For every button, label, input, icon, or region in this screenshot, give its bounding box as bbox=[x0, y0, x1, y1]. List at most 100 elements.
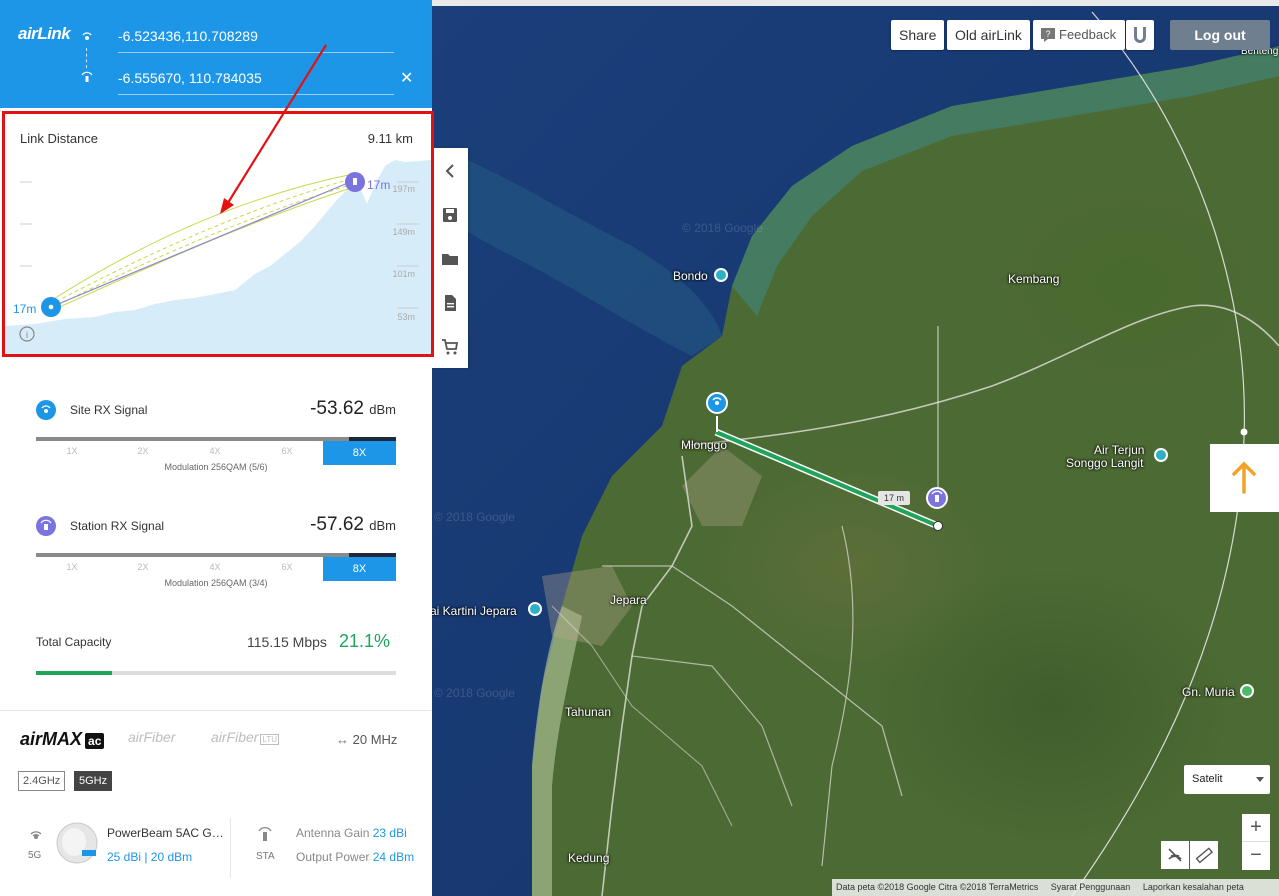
map-watermark: © 2018 Google bbox=[434, 686, 515, 700]
powerbeam-dish-icon[interactable] bbox=[52, 820, 102, 866]
north-arrow-button[interactable] bbox=[1210, 444, 1279, 512]
svg-text:?: ? bbox=[1045, 29, 1050, 39]
modulation-tick: 6X bbox=[281, 446, 293, 456]
poi-camera-icon[interactable] bbox=[714, 268, 728, 282]
antenna-gain-value[interactable]: 23 dBi bbox=[373, 826, 407, 840]
coordinates-header: airLink -6.523436,110.708289 -6.555670, … bbox=[0, 0, 432, 108]
coordinate-connector bbox=[86, 48, 87, 68]
no-signal-tool-button[interactable] bbox=[1161, 841, 1189, 869]
svg-text:i: i bbox=[26, 330, 28, 340]
station-antenna-icon bbox=[81, 71, 93, 82]
site-rx-unit: dBm bbox=[369, 402, 396, 417]
airmax-label: airMAX bbox=[20, 729, 83, 749]
map-type-select[interactable]: Satelit bbox=[1184, 765, 1270, 794]
poi-camera-icon[interactable] bbox=[528, 602, 542, 616]
attribution-data: Data peta ©2018 Google Citra ©2018 Terra… bbox=[836, 882, 1039, 892]
ltu-badge: LTU bbox=[260, 734, 279, 745]
old-airlink-button[interactable]: Old airLink bbox=[947, 20, 1030, 50]
divider bbox=[230, 818, 231, 878]
feedback-button[interactable]: ? Feedback bbox=[1033, 20, 1125, 50]
place-tahunan: Tahunan bbox=[565, 705, 612, 719]
signal-icon bbox=[712, 397, 722, 405]
chevron-left-icon[interactable] bbox=[441, 162, 459, 180]
modulation-tick: 6X bbox=[281, 562, 293, 572]
chevron-down-icon bbox=[1256, 777, 1264, 782]
elevation-tick: 149m bbox=[392, 227, 415, 237]
sea-layer bbox=[432, 6, 1279, 896]
ubiquiti-logo-icon bbox=[1134, 27, 1146, 43]
terms-link[interactable]: Syarat Penggunaan bbox=[1051, 882, 1131, 892]
airfiber-product-tab[interactable]: airFiber bbox=[128, 729, 175, 745]
site-modulation-text: Modulation 256QAM (5/6) bbox=[164, 462, 268, 472]
cart-icon[interactable] bbox=[441, 338, 459, 356]
airmax-ac-badge: ac bbox=[85, 733, 105, 749]
share-button[interactable]: Share bbox=[891, 20, 945, 50]
airfiber-ltu-label: airFiber bbox=[211, 729, 259, 745]
place-kartini: ai Kartini Jepara bbox=[432, 604, 517, 618]
zoom-out-button[interactable]: − bbox=[1242, 842, 1270, 870]
site-coordinate-field[interactable]: -6.523436,110.708289 bbox=[118, 28, 394, 53]
elevation-tick: 101m bbox=[392, 269, 415, 279]
link-panel: airLink -6.523436,110.708289 -6.555670, … bbox=[0, 0, 434, 896]
output-power-value[interactable]: 24 dBm bbox=[373, 850, 414, 864]
site-rx-label: Site RX Signal bbox=[70, 403, 148, 417]
station-coordinate-field[interactable]: -6.555670, 110.784035 bbox=[118, 70, 394, 95]
place-kembang: Kembang bbox=[1008, 272, 1060, 286]
output-power: Output Power 24 dBm bbox=[296, 850, 414, 864]
band-5ghz-button[interactable]: 5GHz bbox=[74, 771, 113, 791]
station-rx-label: Station RX Signal bbox=[70, 519, 165, 533]
channel-width[interactable]: ↔ 20 MHz bbox=[336, 732, 397, 747]
link-height-label: 17 m bbox=[878, 491, 910, 505]
place-bondo: Bondo bbox=[673, 269, 708, 283]
elevation-profile-chart: i bbox=[5, 160, 431, 354]
station-modulation-text: Modulation 256QAM (3/4) bbox=[164, 578, 268, 588]
total-capacity-percent: 21.1% bbox=[339, 631, 391, 651]
site-marker-stem bbox=[716, 416, 718, 432]
map-type-value: Satelit bbox=[1192, 773, 1223, 785]
total-capacity-mbps: 115.15 Mbps bbox=[247, 634, 327, 650]
station-height-label: 17m bbox=[367, 178, 391, 192]
elevation-tick: 197m bbox=[392, 184, 415, 194]
antenna-gain-label: Antenna Gain bbox=[296, 826, 370, 840]
place-air-terjun: Air Terjun bbox=[1094, 443, 1145, 457]
document-icon[interactable] bbox=[441, 294, 459, 312]
device-spec: 25 dBi | 20 dBm bbox=[107, 850, 193, 864]
place-jepara: Jepara bbox=[610, 593, 647, 607]
site-map-marker[interactable] bbox=[706, 392, 728, 414]
poi-camera-icon[interactable] bbox=[1154, 448, 1168, 462]
modulation-tick: 1X bbox=[66, 562, 78, 572]
station-map-marker[interactable] bbox=[926, 487, 948, 509]
station-icon bbox=[931, 490, 943, 502]
band-2-4ghz-button[interactable]: 2.4GHz bbox=[18, 771, 66, 791]
close-icon[interactable]: ✕ bbox=[400, 68, 413, 88]
signal-icon bbox=[30, 831, 42, 839]
report-error-link[interactable]: Laporkan kesalahan peta bbox=[1143, 882, 1244, 892]
station-rx-unit: dBm bbox=[369, 518, 396, 533]
channel-width-value: 20 MHz bbox=[352, 732, 398, 747]
site-height-label: 17m bbox=[13, 302, 37, 316]
site-rx-value: -53.62 dBm bbox=[310, 398, 396, 420]
ubiquiti-button[interactable] bbox=[1126, 20, 1154, 50]
station-rx-number: -57.62 bbox=[310, 514, 364, 535]
station-rx-value: -57.62 dBm bbox=[310, 514, 396, 536]
airlink-logo: airLink bbox=[18, 24, 71, 43]
device-name[interactable]: PowerBeam 5AC Ge... bbox=[107, 826, 225, 840]
satellite-map[interactable]: © 2018 Google © 2018 Google © 2018 Googl… bbox=[432, 6, 1279, 896]
ruler-icon bbox=[1195, 847, 1214, 864]
folder-icon[interactable] bbox=[441, 250, 459, 268]
ruler-tool-button[interactable] bbox=[1190, 841, 1218, 869]
double-arrow-icon: ↔ bbox=[336, 732, 349, 747]
divider bbox=[0, 710, 432, 711]
save-icon[interactable] bbox=[441, 206, 459, 224]
poi-mountain-icon[interactable] bbox=[1240, 684, 1254, 698]
airmax-product-tab[interactable]: airMAX ac bbox=[20, 729, 105, 750]
airfiber-ltu-product-tab[interactable]: airFiber LTU bbox=[211, 729, 279, 745]
modulation-tick: 4X bbox=[209, 562, 221, 572]
device-mode: STA bbox=[256, 851, 275, 862]
feedback-label: Feedback bbox=[1059, 27, 1117, 42]
zoom-in-button[interactable]: + bbox=[1242, 814, 1270, 842]
capacity-bar bbox=[36, 671, 396, 675]
site-signal-icon bbox=[82, 32, 92, 40]
site-signal-icon bbox=[36, 400, 56, 420]
logout-button[interactable]: Log out bbox=[1170, 20, 1270, 50]
